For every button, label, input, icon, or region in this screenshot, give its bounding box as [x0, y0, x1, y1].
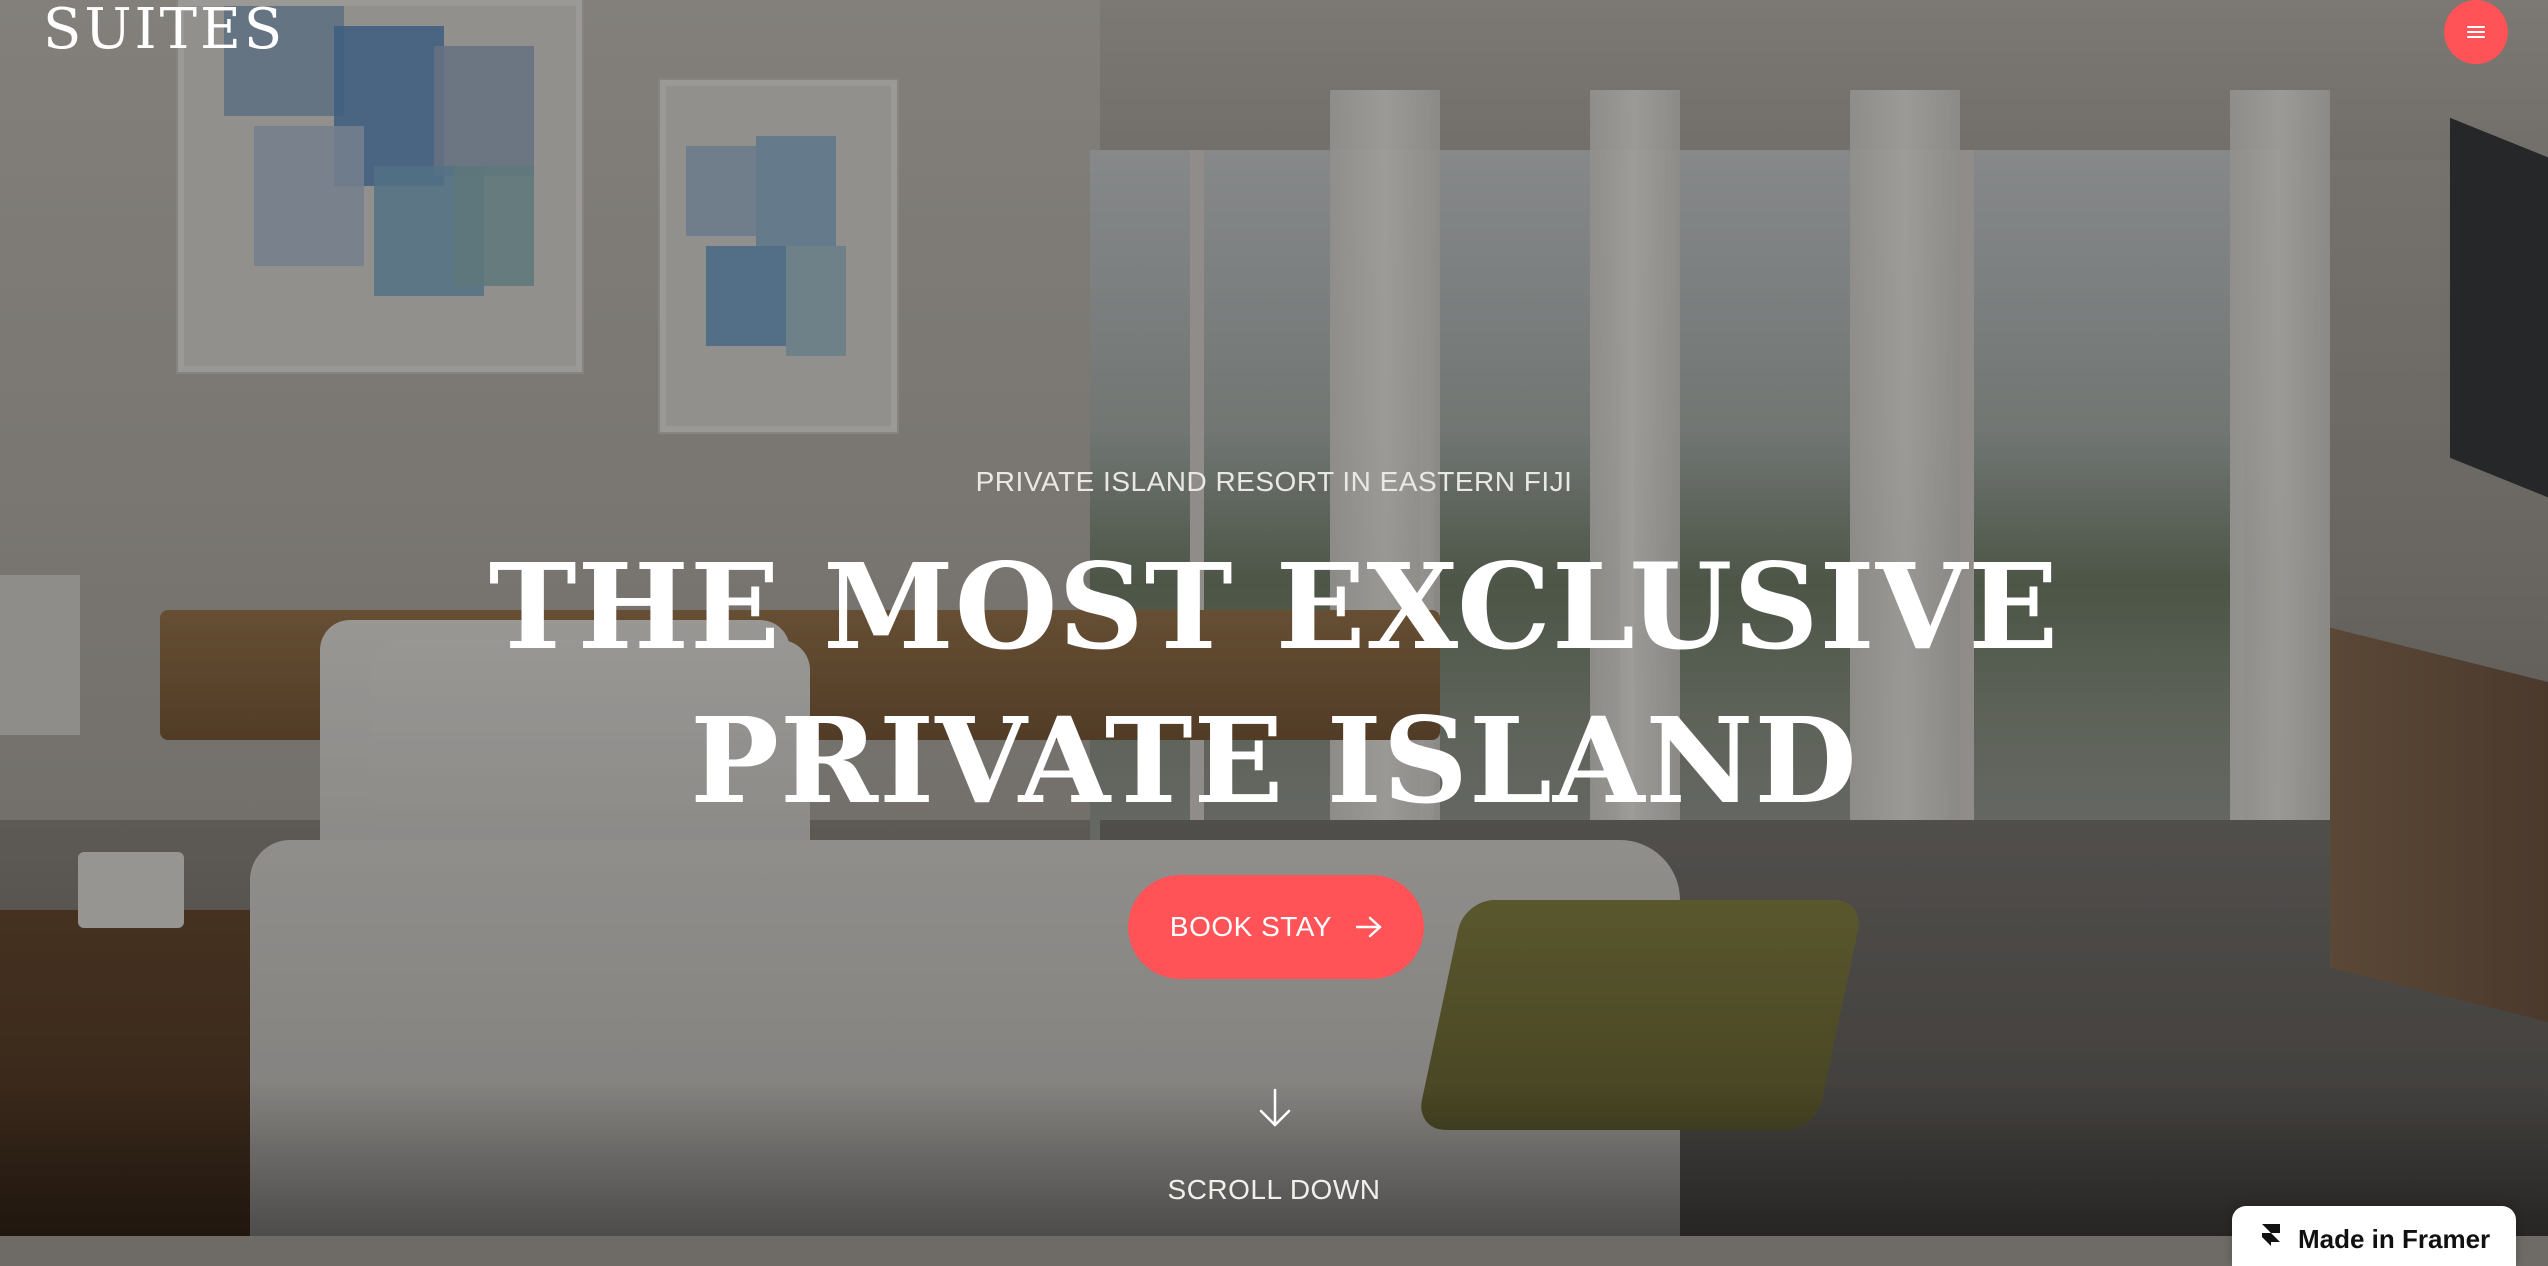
hero-headline: THE MOST EXCLUSIVE PRIVATE ISLAND [0, 530, 2548, 838]
framer-logo-icon [2260, 1224, 2282, 1246]
framer-badge[interactable]: Made in Framer [2232, 1206, 2516, 1266]
headline-line-1: THE MOST EXCLUSIVE [488, 537, 2060, 676]
arrow-right-icon [1356, 916, 1382, 938]
hero-section: PRIVATE ISLAND RESORT IN EASTERN FIJI TH… [0, 0, 2548, 1236]
arrow-down-icon[interactable] [1255, 1088, 1295, 1128]
headline-line-2: PRIVATE ISLAND [690, 691, 1858, 830]
book-stay-label: BOOK STAY [1169, 911, 1333, 942]
book-stay-button[interactable]: BOOK STAY [1128, 875, 1424, 979]
framer-badge-label: Made in Framer [2298, 1224, 2491, 1254]
hero-eyebrow: PRIVATE ISLAND RESORT IN EASTERN FIJI [975, 466, 1573, 497]
scroll-down-label[interactable]: SCROLL DOWN [0, 1174, 2548, 1206]
